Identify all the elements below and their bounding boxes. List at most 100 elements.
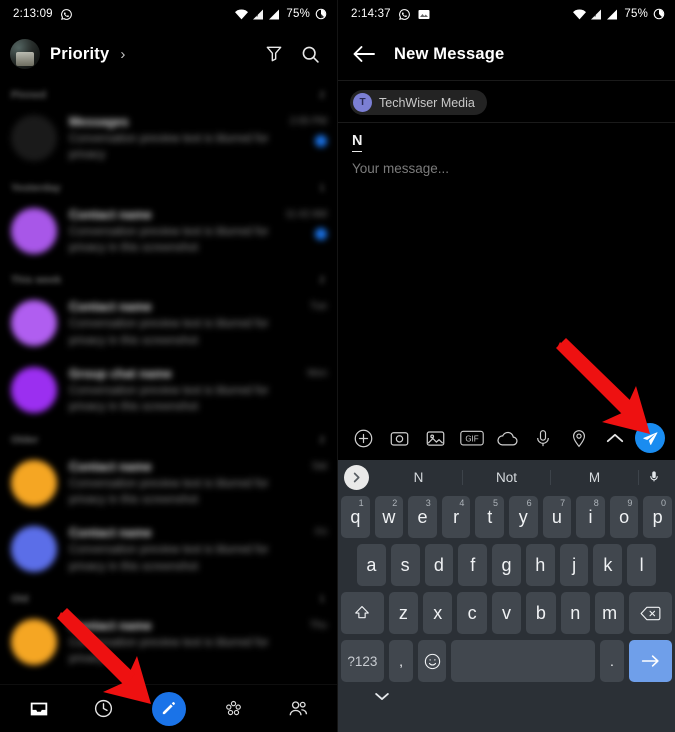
key-n[interactable]: n — [560, 592, 590, 634]
shift-icon — [353, 604, 371, 622]
battery-percent: 75% — [286, 8, 310, 20]
conversation-name: Contact name — [69, 618, 152, 633]
key-b[interactable]: b — [526, 592, 556, 634]
avatar — [11, 618, 57, 665]
section-header: This week 2 — [11, 274, 325, 287]
period-key[interactable]: . — [599, 640, 625, 682]
chevron-down-icon[interactable] — [374, 691, 390, 702]
key-t[interactable]: 5t — [475, 496, 504, 538]
sidebar-item-contacts[interactable] — [282, 692, 316, 726]
key-h[interactable]: h — [525, 544, 555, 586]
compose-pencil-icon — [160, 700, 177, 717]
list-item[interactable]: Messages Conversation preview text is bl… — [0, 106, 337, 173]
space-key[interactable] — [450, 640, 595, 682]
list-item[interactable]: Group chat name Conversation preview tex… — [0, 358, 337, 425]
conversation-list[interactable]: Pinned 2 Messages Conversation preview te… — [0, 80, 337, 684]
key-m[interactable]: m — [594, 592, 625, 634]
key-v[interactable]: v — [491, 592, 522, 634]
message-compose-area[interactable]: N Your message... — [338, 123, 675, 176]
key-s[interactable]: s — [390, 544, 420, 586]
send-button[interactable] — [635, 423, 665, 453]
key-r[interactable]: 4r — [441, 496, 471, 538]
key-a[interactable]: a — [356, 544, 386, 586]
gallery-icon[interactable] — [418, 428, 454, 449]
key-p[interactable]: 0p — [643, 496, 672, 538]
send-paper-plane-icon — [642, 430, 659, 447]
chevron-right-icon[interactable]: › — [120, 46, 125, 63]
search-icon[interactable] — [297, 41, 323, 67]
key-u[interactable]: 7u — [542, 496, 572, 538]
chevron-right-icon[interactable] — [344, 464, 369, 490]
list-item[interactable]: Contact name Conversation preview text i… — [0, 451, 337, 518]
unread-badge — [315, 135, 327, 147]
new-message-header: New Message — [338, 28, 675, 80]
key-q[interactable]: 1q — [341, 496, 370, 538]
timestamp: Thu — [309, 619, 327, 631]
gif-icon[interactable]: GIF — [454, 429, 490, 447]
shift-key[interactable] — [341, 592, 384, 634]
cloud-icon[interactable] — [490, 429, 526, 448]
conversation-name: Group chat name — [69, 366, 172, 381]
key-w[interactable]: 2w — [374, 496, 404, 538]
signal-icon — [606, 9, 618, 20]
conversation-name: Messages — [69, 115, 129, 129]
enter-arrow-icon — [640, 653, 661, 669]
symbols-key[interactable]: ?123 — [341, 640, 384, 682]
microphone-icon[interactable] — [639, 469, 669, 485]
emoji-key[interactable] — [418, 640, 446, 682]
conversation-name: Contact name — [69, 459, 152, 474]
enter-key[interactable] — [629, 640, 672, 682]
unread-badge — [315, 227, 327, 240]
compose-button[interactable] — [151, 691, 186, 726]
keyboard-nav-bar — [338, 682, 675, 710]
key-l[interactable]: l — [627, 544, 657, 586]
timestamp: 11:42 AM — [285, 208, 327, 220]
filter-icon[interactable] — [261, 41, 287, 67]
section-header: Pinned 2 — [11, 89, 325, 101]
sidebar-item-hub[interactable] — [217, 692, 251, 726]
camera-icon[interactable] — [382, 428, 418, 449]
microphone-icon[interactable] — [525, 428, 561, 449]
key-c[interactable]: c — [457, 592, 487, 634]
list-item[interactable]: Contact name Conversation preview text i… — [0, 610, 337, 677]
message-input[interactable]: N — [352, 133, 363, 152]
key-g[interactable]: g — [492, 544, 521, 586]
key-d[interactable]: d — [424, 544, 454, 586]
key-k[interactable]: k — [593, 544, 623, 586]
plus-icon[interactable] — [346, 428, 382, 449]
list-item[interactable]: Contact name Conversation preview text i… — [0, 517, 337, 584]
timestamp: Mon — [307, 367, 327, 379]
key-y[interactable]: 6y — [509, 496, 538, 538]
recipient-name: TechWiser Media — [379, 95, 475, 110]
avatar — [11, 459, 57, 506]
page-title: New Message — [394, 44, 505, 63]
status-time: 2:14:37 — [351, 8, 391, 20]
recipient-chip[interactable]: T TechWiser Media — [350, 90, 487, 115]
key-e[interactable]: 3e — [408, 496, 437, 538]
key-i[interactable]: 8i — [576, 496, 605, 538]
list-item[interactable]: Contact name Conversation preview text i… — [0, 291, 337, 358]
key-f[interactable]: f — [458, 544, 488, 586]
list-item[interactable]: Contact name Conversation preview text i… — [0, 199, 337, 266]
sidebar-item-inbox[interactable] — [22, 692, 56, 726]
section-header: Old 1 — [11, 592, 325, 605]
comma-key[interactable]: , — [388, 640, 414, 682]
battery-percent: 75% — [624, 8, 648, 20]
suggestion-word[interactable]: N — [375, 469, 463, 485]
key-j[interactable]: j — [559, 544, 589, 586]
location-icon[interactable] — [561, 428, 597, 449]
avatar — [11, 300, 57, 347]
suggestion-word[interactable]: M — [551, 469, 639, 485]
keyboard-row-1: 1q 2w 3e 4r 5t 6y 7u 8i 9o 0p — [338, 496, 675, 538]
key-z[interactable]: z — [388, 592, 419, 634]
sidebar-item-scheduled[interactable] — [87, 692, 121, 726]
attachment-toolbar: GIF — [338, 416, 675, 460]
back-arrow-icon[interactable] — [352, 44, 376, 64]
key-o[interactable]: 9o — [609, 496, 639, 538]
suggestion-word[interactable]: Not — [463, 469, 551, 485]
chevron-up-icon[interactable] — [597, 431, 633, 445]
avatar[interactable] — [10, 39, 40, 69]
backspace-icon — [640, 605, 661, 622]
key-x[interactable]: x — [423, 592, 453, 634]
backspace-key[interactable] — [629, 592, 672, 634]
